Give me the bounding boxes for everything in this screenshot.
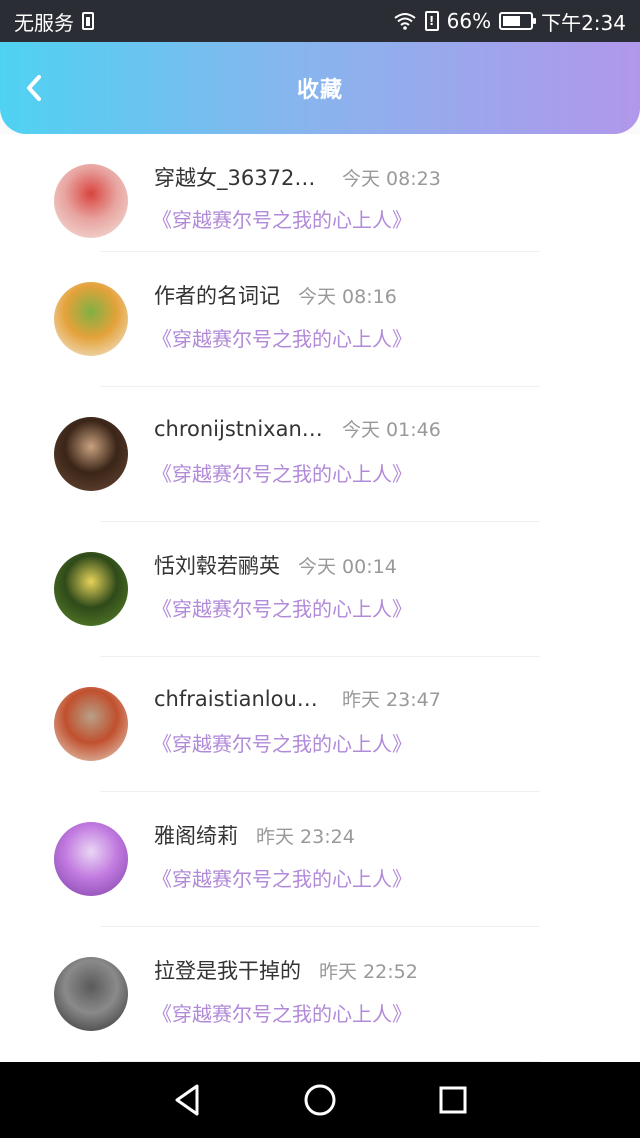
page-title: 收藏 [296,78,343,103]
avatar[interactable] [54,687,128,761]
square-recents-icon [439,1086,467,1114]
battery-percent: 66% [446,9,492,33]
user-name: 雅阁绮莉 [154,824,238,848]
alert-icon: ! [424,11,439,31]
timestamp: 今天 00:14 [298,556,397,578]
list-item[interactable]: chronijstnixand... 今天 01:46 《穿越赛尔号之我的心上人》 [0,387,640,522]
avatar[interactable] [54,164,128,238]
item-header: 雅阁绮莉 昨天 23:24 [154,820,355,850]
battery-level-fill [503,16,521,26]
timestamp: 今天 08:16 [298,286,397,308]
list-item[interactable]: chfraistianloub... 昨天 23:47 《穿越赛尔号之我的心上人》 [0,657,640,792]
item-header: 穿越女_363721... 今天 08:23 [154,162,441,192]
avatar[interactable] [54,552,128,626]
book-title-link[interactable]: 《穿越赛尔号之我的心上人》 [152,458,412,487]
clock-text: 下午2:34 [541,10,626,35]
nav-home-button[interactable] [300,1080,340,1120]
book-title-link[interactable]: 《穿越赛尔号之我的心上人》 [152,998,412,1027]
phone-screen: 无服务 ! 66% 下午2:34 收藏 穿越女_363721... 今天 08:… [0,0,640,1138]
list-item[interactable]: 作者的名词记 今天 08:16 《穿越赛尔号之我的心上人》 [0,252,640,387]
nav-recents-button[interactable] [433,1080,473,1120]
avatar[interactable] [54,822,128,896]
user-name: chronijstnixand... [154,417,324,441]
avatar[interactable] [54,957,128,1031]
book-title-link[interactable]: 《穿越赛尔号之我的心上人》 [152,204,412,233]
list-item[interactable]: 穿越女_363721... 今天 08:23 《穿越赛尔号之我的心上人》 [0,134,640,252]
navigation-bar [0,1062,640,1138]
battery-icon [499,12,537,30]
list-item[interactable]: 雅阁绮莉 昨天 23:24 《穿越赛尔号之我的心上人》 [0,792,640,927]
book-title-link[interactable]: 《穿越赛尔号之我的心上人》 [152,863,412,892]
triangle-back-icon [175,1084,199,1116]
item-header: 拉登是我干掉的 昨天 22:52 [154,955,418,985]
status-left: 无服务 [14,7,94,36]
app-header: 收藏 [0,42,640,134]
timestamp: 今天 08:23 [342,168,441,190]
book-title-link[interactable]: 《穿越赛尔号之我的心上人》 [152,323,412,352]
avatar[interactable] [54,282,128,356]
item-header: 恬刘毂若鹂英 今天 00:14 [154,550,397,580]
item-header: 作者的名词记 今天 08:16 [154,280,397,310]
book-title-link[interactable]: 《穿越赛尔号之我的心上人》 [152,593,412,622]
list-item[interactable]: 拉登是我干掉的 昨天 22:52 《穿越赛尔号之我的心上人》 [0,927,640,1062]
book-title-link[interactable]: 《穿越赛尔号之我的心上人》 [152,728,412,757]
item-header: chfraistianloub... 昨天 23:47 [154,685,441,712]
timestamp: 昨天 23:24 [256,826,355,848]
user-name: chfraistianloub... [154,687,324,711]
timestamp: 今天 01:46 [342,419,441,441]
favorites-list: 穿越女_363721... 今天 08:23 《穿越赛尔号之我的心上人》 作者的名词记… [0,134,640,1062]
wifi-icon [394,13,416,30]
status-bar: 无服务 ! 66% 下午2:34 [0,0,640,42]
timestamp: 昨天 22:52 [319,961,418,983]
nav-back-button[interactable] [167,1080,207,1120]
user-name: 作者的名词记 [154,284,280,308]
back-button[interactable] [18,68,50,108]
avatar[interactable] [54,417,128,491]
list-item[interactable]: 恬刘毂若鹂英 今天 00:14 《穿越赛尔号之我的心上人》 [0,522,640,657]
sim-card-icon [82,12,94,30]
timestamp: 昨天 23:47 [342,689,441,711]
user-name: 拉登是我干掉的 [154,959,301,983]
chevron-left-icon [27,75,41,101]
user-name: 穿越女_363721... [154,166,324,190]
user-name: 恬刘毂若鹂英 [154,554,280,578]
status-right: ! 66% 下午2:34 [393,7,626,36]
circle-home-icon [304,1084,336,1116]
carrier-text: 无服务 [14,10,74,35]
item-header: chronijstnixand... 今天 01:46 [154,415,441,442]
